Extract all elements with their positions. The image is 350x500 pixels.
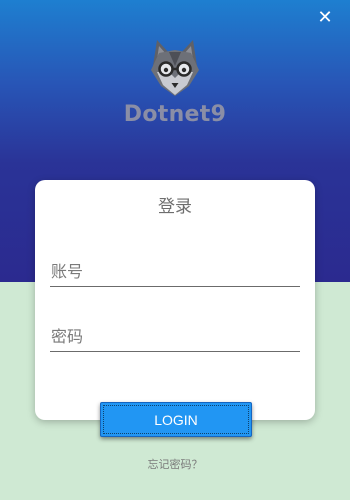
- login-button[interactable]: LOGIN: [100, 402, 252, 437]
- wolf-with-glasses-icon: [143, 36, 207, 100]
- focus-outline: [103, 405, 249, 434]
- account-field: [50, 256, 300, 287]
- login-card: 登录: [35, 180, 315, 420]
- account-input[interactable]: [50, 256, 300, 286]
- close-button[interactable]: ✕: [314, 6, 336, 28]
- password-field: [50, 321, 300, 352]
- forgot-password-link[interactable]: 忘记密码？: [0, 456, 350, 472]
- login-title: 登录: [158, 197, 192, 217]
- close-icon: ✕: [317, 6, 333, 28]
- app-name: Dotnet9: [123, 102, 227, 127]
- password-input[interactable]: [50, 321, 300, 351]
